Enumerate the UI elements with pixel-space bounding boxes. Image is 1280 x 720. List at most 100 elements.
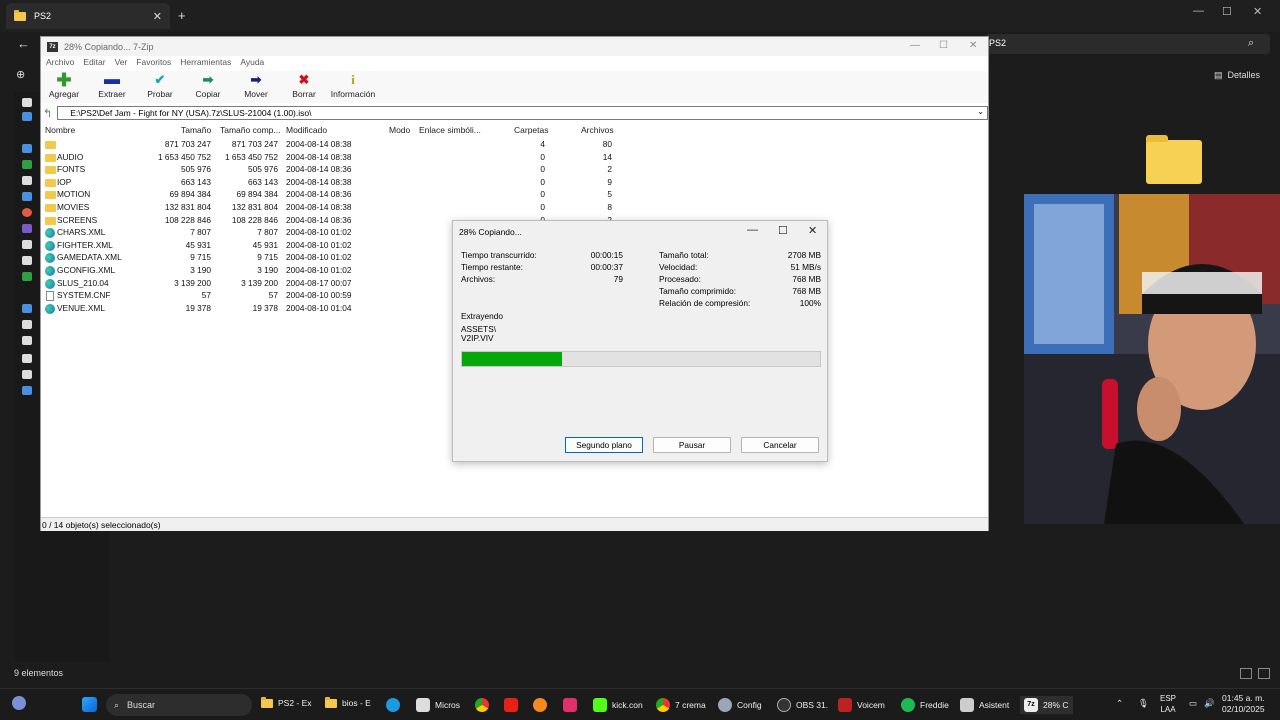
minimize-icon[interactable]: — (1193, 5, 1204, 17)
microphone-icon[interactable]: 🎙 (1138, 698, 1149, 709)
maximize-icon[interactable]: ☐ (778, 224, 788, 237)
taskbar-app-label: PS2 - Ex (278, 698, 312, 708)
voicemeeter-icon (838, 698, 852, 712)
taskbar-app-settings[interactable]: Config (718, 698, 762, 712)
table-row[interactable]: MOVIES 132 831 804 132 831 804 2004-08-14 0… (41, 202, 661, 215)
path-input[interactable]: E:\PS2\Def Jam - Fight for NY (USA).7z\S… (57, 106, 988, 120)
show-hidden-icons-icon[interactable]: ⌃ (1116, 698, 1123, 709)
add-button[interactable]: ✚ Agregar (40, 71, 88, 99)
details-button[interactable]: ▤ Detalles (1214, 70, 1260, 81)
menu-herramientas[interactable]: Herramientas (180, 57, 231, 69)
menu-favoritos[interactable]: Favoritos (136, 57, 171, 69)
background-button[interactable]: Segundo plano (565, 437, 643, 453)
column-header-packed[interactable]: Tamaño comp... (220, 125, 280, 135)
pinned-folder-icon[interactable] (22, 256, 32, 265)
taskbar-app-spotify[interactable]: Freddie (901, 698, 949, 712)
drive-icon[interactable] (22, 370, 32, 379)
back-arrow-icon[interactable]: ← (17, 36, 30, 51)
cancel-button[interactable]: Cancelar (741, 437, 819, 453)
spotify-icon (901, 698, 915, 712)
column-header-files[interactable]: Archivos (581, 125, 614, 135)
drive-icon[interactable] (22, 320, 32, 329)
pictures-icon[interactable] (22, 192, 32, 201)
taskbar-app-chrome-tabs[interactable]: 7 crema (656, 698, 706, 712)
column-header-folders[interactable]: Carpetas (514, 125, 549, 135)
gallery-icon[interactable] (22, 112, 32, 121)
new-tab-icon[interactable]: + (178, 8, 186, 23)
minimize-icon[interactable]: — (747, 224, 758, 236)
column-header-name[interactable]: Nombre (45, 125, 75, 135)
network-icon[interactable] (22, 386, 32, 395)
folder-thumbnail-icon[interactable] (1146, 135, 1202, 184)
new-item-icon[interactable]: ⊕ (16, 68, 25, 81)
taskbar-app-obs[interactable]: OBS 31. (777, 698, 828, 712)
taskbar-app-7zip[interactable]: 7z 28% C (1020, 696, 1073, 714)
menu-archivo[interactable]: Archivo (46, 57, 74, 69)
pinned-folder-icon[interactable] (22, 272, 32, 281)
desktop-icon[interactable] (22, 144, 32, 153)
maximize-icon[interactable]: ☐ (939, 40, 948, 51)
language-indicator[interactable]: ESP LAA (1160, 693, 1176, 715)
documents-icon[interactable] (22, 176, 32, 185)
pinned-folder-icon[interactable] (22, 240, 32, 249)
close-tab-icon[interactable]: ✕ (153, 10, 162, 23)
info-button[interactable]: i Información (326, 71, 380, 99)
search-icon[interactable]: ⌕ (1248, 37, 1254, 50)
music-icon[interactable] (22, 208, 32, 217)
column-header-symlink[interactable]: Enlace simbóli... (419, 125, 481, 135)
taskbar-clock[interactable]: 01:45 a. m. 02/10/2025 (1222, 693, 1265, 715)
drive-icon[interactable] (22, 354, 32, 363)
taskbar-app-edge[interactable] (386, 698, 400, 712)
pause-button[interactable]: Pausar (653, 437, 731, 453)
table-row[interactable]: 871 703 247 871 703 247 2004-08-14 08:38 4 8… (41, 139, 661, 152)
table-row[interactable]: MOTION 69 894 384 69 894 384 2004-08-14 08:… (41, 189, 661, 202)
table-row[interactable]: AUDIO 1 653 450 752 1 653 450 752 2004-08-1… (41, 152, 661, 165)
taskbar-app-explorer-bios[interactable]: bios - E (325, 696, 371, 708)
maximize-icon[interactable]: ☐ (1222, 5, 1232, 18)
taskbar-app-chrome[interactable] (475, 698, 489, 712)
start-button[interactable] (82, 697, 97, 712)
close-icon[interactable]: ✕ (808, 224, 817, 237)
menu-ayuda[interactable]: Ayuda (240, 57, 264, 69)
column-header-mode[interactable]: Modo (389, 125, 410, 135)
delete-button[interactable]: ✖ Borrar (280, 71, 328, 99)
this-pc-icon[interactable] (22, 304, 32, 313)
drive-icon[interactable] (22, 336, 32, 345)
taskbar-app-youtube[interactable] (504, 698, 518, 712)
chevron-down-icon[interactable]: ⌄ (977, 107, 984, 116)
widgets-icon[interactable] (12, 696, 26, 710)
cell-folders: 0 (540, 151, 545, 162)
taskbar-app-kick[interactable]: kick.con (593, 698, 643, 712)
home-icon[interactable] (22, 98, 32, 107)
videos-icon[interactable] (22, 224, 32, 233)
taskbar-app-assistant[interactable]: Asistent (960, 698, 1009, 712)
explorer-address-bar[interactable]: PS2 (985, 34, 1270, 54)
downloads-icon[interactable] (22, 160, 32, 169)
minimize-icon[interactable]: — (910, 40, 920, 51)
taskbar-app-firefox[interactable] (533, 698, 547, 712)
menu-ver[interactable]: Ver (115, 57, 128, 69)
menu-editar[interactable]: Editar (83, 57, 105, 69)
extract-button[interactable]: ▬ Extraer (88, 71, 136, 99)
column-header-size[interactable]: Tamaño (181, 125, 211, 135)
taskbar-app-store[interactable]: Micros (416, 698, 460, 712)
move-button[interactable]: ➡ Mover (232, 71, 280, 99)
taskbar-app-voicemeeter[interactable]: Voicem (838, 698, 885, 712)
test-button[interactable]: ✔ Probar (136, 71, 184, 99)
table-row[interactable]: FONTS 505 976 505 976 2004-08-14 08:36 0 2 (41, 164, 661, 177)
close-window-icon[interactable]: ✕ (1253, 5, 1262, 18)
up-folder-icon[interactable]: ↰ (43, 107, 52, 120)
folder-icon (45, 178, 56, 187)
explorer-tab[interactable]: PS2 ✕ (6, 3, 170, 29)
details-view-icon[interactable] (1240, 668, 1252, 679)
network-icon[interactable]: ▭ (1189, 698, 1197, 709)
close-icon[interactable]: ✕ (969, 40, 977, 51)
taskbar-app-tiktok[interactable] (563, 698, 577, 712)
tiles-view-icon[interactable] (1258, 668, 1270, 679)
table-row[interactable]: IOP 663 143 663 143 2004-08-14 08:38 0 9 (41, 177, 661, 190)
column-header-modified[interactable]: Modificado (286, 125, 327, 135)
taskbar-search[interactable]: ⌕ Buscar (106, 694, 252, 716)
taskbar-app-explorer-ps2[interactable]: PS2 - Ex (261, 696, 312, 708)
copy-button[interactable]: ➡ Copiar (184, 71, 232, 99)
volume-icon[interactable]: 🔊 (1204, 698, 1215, 709)
